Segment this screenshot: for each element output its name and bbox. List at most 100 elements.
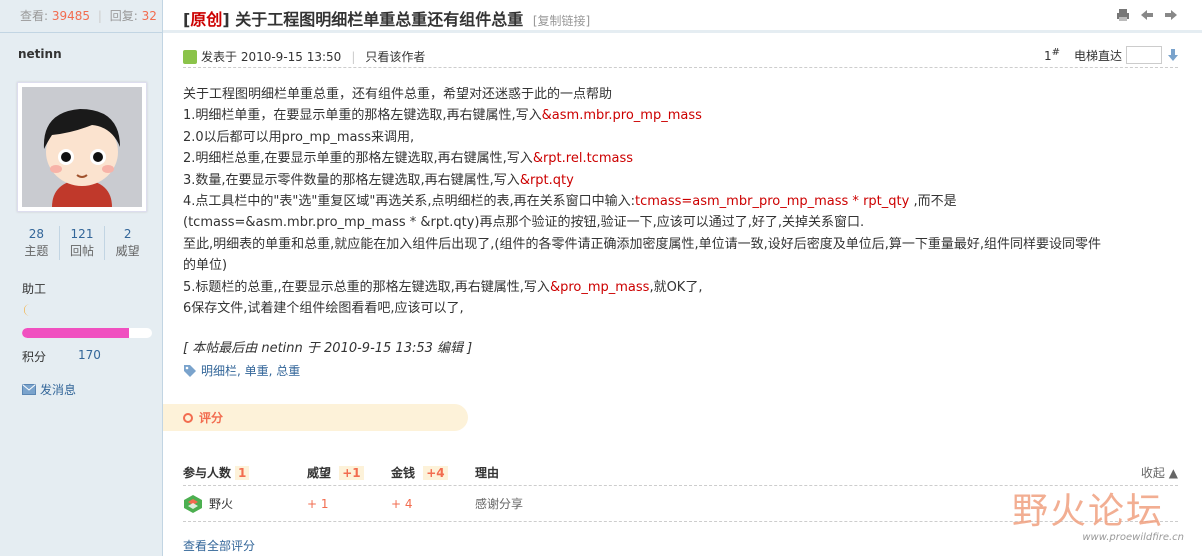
post-line-text: 2.明细栏总重,在要显示单重的那格左键选取,再右键属性,写入 [183,151,533,167]
stat-topics-label: 主题 [24,244,49,258]
post-line-text: 3.数量,在要显示零件数量的那格左键选取,再右键属性,写入 [183,172,520,188]
floor-value: 1 [1043,49,1052,63]
forum-watermark: 野火论坛 www.proewildfire.cn [1012,482,1184,556]
post-line-code: &rpt.qty [519,172,574,188]
post-line: (tcmass=&asm.mbr.pro_mp_mass * &rpt.qty)… [183,212,1178,233]
thread-tag[interactable]: 原创 [190,10,222,29]
author-name[interactable]: netinn [0,33,162,77]
post-line-text: 5.标题栏的总重,,在要显示总重的那格左键选取,再右键属性,写入 [183,279,550,295]
rating-money: + 4 [391,496,413,511]
post-line-text: (tcmass=&asm.mbr.pro_mp_mass * &rpt.qty)… [183,215,865,231]
post-tags: 明细栏, 单重, 总重 [183,362,300,379]
post-line: 2.明细栏总重,在要显示单重的那格左键选取,再右键属性,写入&rpt.rel.t… [183,148,1178,169]
post-line: 6保存文件,试着建个组件绘图看看吧,应该可以了, [183,298,1178,319]
money-total-badge: +4 [423,466,448,480]
rating-user-name: 野火 [209,497,234,511]
envelope-icon [22,384,36,395]
floor-nav: 1# 电梯直达 [1044,46,1178,64]
jump-down-arrow-icon[interactable] [1168,49,1178,61]
copy-link-button[interactable]: [复制链接] [533,14,590,28]
rating-circle-icon [183,412,193,423]
stat-posts-label: 回帖 [70,244,95,258]
post-line: 1.明细栏单重，在要显示单重的那格左键选取,再右键属性,写入&asm.mbr.p… [183,105,1178,126]
send-message-label: 发消息 [40,383,77,397]
level-progress-fill [22,328,129,338]
col-people-label: 参与人数 [183,466,232,480]
col-money-label: 金钱 [391,466,416,480]
post-header: 发表于 2010-9-15 13:50 | 只看该作者 1# 电梯直达 [183,44,1178,68]
people-count-badge: 1 [235,465,250,480]
stat-prestige[interactable]: 2 威望 [105,226,150,260]
moon-level-icon [24,304,30,316]
post-line-text: 1.明细栏单重，在要显示单重的那格左键选取,再右键属性,写入 [183,108,542,124]
avatar[interactable] [17,82,147,212]
prestige-total-badge: +1 [339,466,364,480]
jump-label: 电梯直达 [1073,48,1122,63]
col-people: 参与人数 1 [183,464,307,481]
post-meta: 发表于 2010-9-15 13:50 | 只看该作者 [183,48,425,65]
author-rank: 助工 [22,282,47,296]
post-line-tail: ,就OK了, [649,279,703,295]
stat-prestige-value: 2 [123,227,132,241]
avatar-image [22,87,142,207]
floor-number[interactable]: 1# [1044,47,1060,63]
rating-user[interactable]: 野火 [183,494,307,514]
send-message-link[interactable]: 发消息 [22,381,162,398]
post-line-text: 2.0以后都可以用pro_mp_mass来调用, [183,129,415,145]
post-line-text: 6保存文件,试着建个组件绘图看看吧,应该可以了, [183,301,464,317]
post-line: 至此,明细表的单重和总重,就应能在加入组件后出现了,(组件的各零件请正确添加密度… [183,234,1178,255]
post-line: 4.点工具栏中的"表"选"重复区域"再选关系,点明细栏的表,再在关系窗口中输入:… [183,191,1178,212]
floor-jump-input[interactable] [1126,46,1162,64]
replies-label: 回复: [109,9,138,23]
thread-title: [原创] 关于工程图明细栏单重总重还有组件总重 [复制链接] [183,6,590,30]
watermark-url: www.proewildfire.cn [1082,532,1184,543]
thread-tools [1116,8,1178,22]
stat-prestige-label: 威望 [115,244,140,258]
stat-posts[interactable]: 121 回帖 [60,226,106,260]
post-line-text: 关于工程图明细栏单重总重，还有组件总重，希望对还迷惑于此的一点帮助 [183,87,613,102]
stat-topics[interactable]: 28 主题 [14,226,60,260]
stat-topics-value: 28 [28,227,44,241]
replies-count: 32 [141,9,157,23]
thread-title-bar: [原创] 关于工程图明细栏单重总重还有组件总重 [复制链接] [163,0,1202,33]
post-line-text: 至此,明细表的单重和总重,就应能在加入组件后出现了,(组件的各零件请正确添加密度… [183,236,1101,252]
col-reason: 理由 [475,466,500,480]
rating-header[interactable]: 评分 [163,404,468,431]
post-line: 5.标题栏的总重,,在要显示总重的那格左键选取,再右键属性,写入&pro_mp_… [183,277,1178,298]
stats-divider: | [97,9,102,23]
stat-posts-value: 121 [70,227,94,241]
prev-thread-arrow-icon[interactable] [1140,8,1154,22]
edited-note: [ 本帖最后由 netinn 于 2010-9-15 13:53 编辑 ] [183,337,472,356]
post-line-code: tcmass=asm_mbr_pro_mp_mass * rpt_qty [634,194,910,210]
print-icon[interactable] [1116,8,1130,22]
thread-stats: 查看: 39485 | 回复: 32 [0,0,162,33]
col-prestige-label: 威望 [307,466,332,480]
post-line-tail: ,而不是 [909,194,957,210]
next-thread-arrow-icon[interactable] [1164,8,1178,22]
floor-sup: # [1051,47,1060,58]
tag-bracket-close: ] [222,10,230,29]
col-money: 金钱 +4 [391,464,475,481]
post-line-text: 4.点工具栏中的"表"选"重复区域"再选关系,点明细栏的表,再在关系窗口中输入: [183,194,635,210]
post-line-code: &rpt.rel.tcmass [532,151,633,167]
meta-divider: | [351,49,356,64]
author-sidebar: 查看: 39485 | 回复: 32 netinn 28 主题 121 回帖 2… [0,0,163,556]
rating-label: 评分 [199,411,224,425]
level-progress-bar [22,328,152,338]
post-line: 3.数量,在要显示零件数量的那格左键选取,再右键属性,写入&rpt.qty [183,170,1178,191]
tag-list[interactable]: 明细栏, 单重, 总重 [201,362,300,379]
see-all-ratings-link[interactable]: 查看全部评分 [183,537,255,554]
post-date: 发表于 2010-9-15 13:50 [201,50,342,64]
col-prestige: 威望 +1 [307,464,391,481]
credit-value: 170 [78,348,101,362]
avatar-cartoon-icon [22,87,142,207]
collapse-label: 收起 [1140,466,1165,480]
collapse-button[interactable]: 收起 ▲ [1118,464,1178,481]
only-author-link[interactable]: 只看该作者 [365,48,425,65]
user-avatar-icon [184,494,202,513]
post-content: 关于工程图明细栏单重总重，还有组件总重，希望对还迷惑于此的一点帮助 1.明细栏单重… [183,84,1178,319]
views-label: 查看: [20,9,49,23]
post-line-code: &pro_mp_mass [549,279,650,295]
edited-text: [ 本帖最后由 netinn 于 2010-9-15 13:53 编辑 ] [183,341,473,356]
credit-label: 积分 [22,350,47,364]
